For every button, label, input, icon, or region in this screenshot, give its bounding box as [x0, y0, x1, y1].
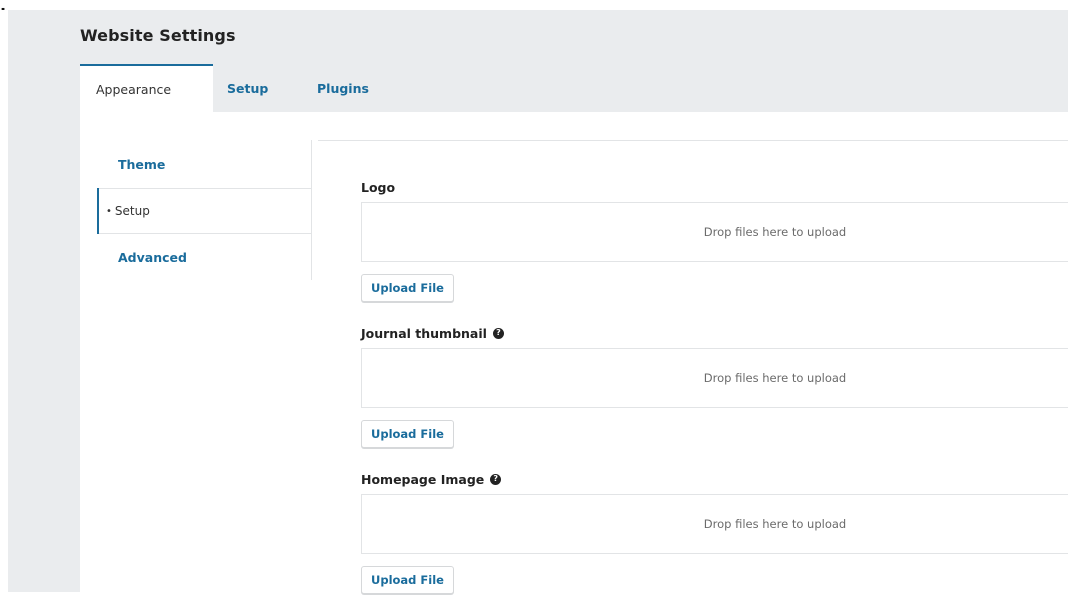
tab-appearance[interactable]: Appearance: [80, 64, 213, 112]
sidebar-item-advanced[interactable]: Advanced: [97, 234, 312, 280]
homepage-image-label: Homepage Image: [361, 471, 485, 487]
sidebar-item-label: Advanced: [118, 249, 187, 265]
logo-label: Logo: [361, 179, 396, 195]
question-circle-icon[interactable]: ?: [492, 327, 504, 339]
homepage-image-field: Homepage Image ? Drop files here to uplo…: [361, 470, 1068, 594]
field-label: Journal thumbnail ?: [361, 324, 1068, 342]
sidebar-item-setup[interactable]: • Setup: [97, 188, 312, 234]
tab-plugins-label: Plugins: [317, 80, 369, 96]
upload-button-label: Upload File: [371, 427, 444, 441]
sidebar-divider: [311, 140, 312, 280]
bullet-icon: •: [106, 205, 112, 217]
content-top-border: [318, 140, 1068, 151]
field-label: Homepage Image ?: [361, 470, 1068, 488]
tab-plugins[interactable]: Plugins: [303, 64, 387, 112]
dropzone-text: Drop files here to upload: [703, 517, 847, 531]
journal-thumbnail-dropzone[interactable]: Drop files here to upload: [361, 348, 1068, 408]
logo-field: Logo Drop files here to upload Upload Fi…: [361, 178, 1068, 302]
dropzone-text: Drop files here to upload: [703, 225, 847, 239]
appearance-setup-form: Logo Drop files here to upload Upload Fi…: [361, 178, 1068, 616]
settings-panel: Theme • Setup Advanced Logo Drop files h…: [80, 112, 1068, 594]
homepage-image-dropzone[interactable]: Drop files here to upload: [361, 494, 1068, 554]
sidebar-item-label: Setup: [114, 204, 150, 218]
journal-thumbnail-field: Journal thumbnail ? Drop files here to u…: [361, 324, 1068, 448]
upload-button-label: Upload File: [371, 281, 444, 295]
tab-setup[interactable]: Setup: [213, 64, 303, 112]
dropzone-text: Drop files here to upload: [703, 371, 847, 385]
upload-button-label: Upload File: [371, 573, 444, 587]
tab-setup-label: Setup: [227, 80, 269, 96]
sidebar-item-theme[interactable]: Theme: [97, 140, 312, 188]
homepage-image-upload-button[interactable]: Upload File: [361, 566, 454, 594]
corner-artifact: .: [0, 0, 7, 10]
page-title: Website Settings: [80, 26, 236, 45]
question-circle-icon[interactable]: ?: [490, 473, 502, 485]
tab-appearance-label: Appearance: [96, 81, 172, 97]
journal-thumbnail-label: Journal thumbnail: [361, 325, 487, 341]
tab-bar: Appearance Setup Plugins: [80, 64, 387, 112]
sidebar-item-label: Theme: [118, 156, 166, 172]
logo-dropzone[interactable]: Drop files here to upload: [361, 202, 1068, 262]
journal-thumbnail-upload-button[interactable]: Upload File: [361, 420, 454, 448]
field-label: Logo: [361, 178, 1068, 196]
logo-upload-button[interactable]: Upload File: [361, 274, 454, 302]
sidebar-nav: Theme • Setup Advanced: [97, 140, 312, 280]
